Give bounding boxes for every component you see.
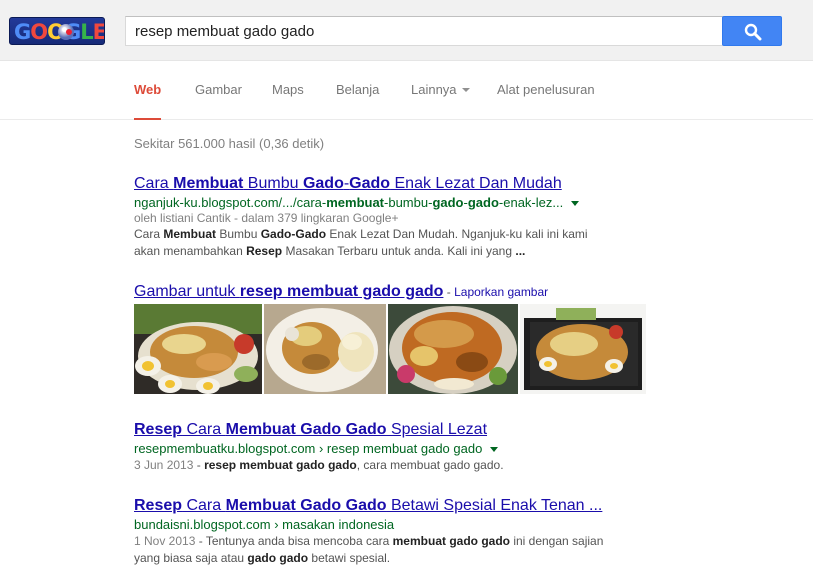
- tab-web[interactable]: Web: [134, 61, 162, 120]
- chevron-down-icon: [461, 87, 470, 92]
- result-title-link[interactable]: Cara Membuat Bumbu Gado-Gado Enak Lezat …: [134, 174, 562, 194]
- result-date: 3 Jun 2013: [134, 458, 194, 472]
- search-box[interactable]: [125, 16, 723, 46]
- search-result: Resep Cara Membuat Gado Gado Spesial Lez…: [134, 420, 654, 474]
- search-result: Resep Cara Membuat Gado Gado Betawi Spes…: [134, 496, 654, 567]
- image-results-link[interactable]: Gambar untuk resep membuat gado gado: [134, 283, 443, 300]
- search-icon: [744, 23, 762, 41]
- url-menu-caret-icon[interactable]: [490, 447, 499, 453]
- search-tabs: Web Gambar Maps Belanja Lainnya Alat pen…: [0, 61, 813, 120]
- result-snippet: Cara Membuat Bumbu Gado-Gado Enak Lezat …: [134, 227, 588, 258]
- search-result: Cara Membuat Bumbu Gado-Gado Enak Lezat …: [134, 174, 654, 260]
- result-snippet: 3 Jun 2013 - resep membuat gado gado, ca…: [134, 458, 504, 472]
- result-author: oleh listiani Cantik - dalam 379 lingkar…: [134, 211, 399, 225]
- result-snippet: 1 Nov 2013 - Tentunya anda bisa mencoba …: [134, 534, 604, 565]
- top-bar: GOOGLE: [0, 0, 813, 61]
- image-results: Gambar untuk resep membuat gado gado - L…: [134, 282, 654, 394]
- search-input[interactable]: [126, 17, 722, 45]
- image-thumbnail[interactable]: [264, 304, 386, 394]
- image-thumbnail[interactable]: [134, 304, 262, 394]
- tab-maps[interactable]: Maps: [272, 61, 304, 120]
- search-button[interactable]: [722, 16, 782, 46]
- result-date: 1 Nov 2013: [134, 534, 196, 548]
- result-url: resepmembuatku.blogspot.com › resep memb…: [134, 440, 654, 457]
- result-url: nganjuk-ku.blogspot.com/.../cara-membuat…: [134, 194, 654, 211]
- image-results-header: Gambar untuk resep membuat gado gado - L…: [134, 283, 549, 300]
- doodle-ball-icon: [58, 24, 74, 40]
- tab-shopping[interactable]: Belanja: [336, 61, 379, 120]
- result-url: bundaisni.blogspot.com › masakan indones…: [134, 517, 395, 532]
- tab-images[interactable]: Gambar: [195, 61, 242, 120]
- image-thumbnail[interactable]: [520, 304, 646, 394]
- url-menu-caret-icon[interactable]: [571, 201, 580, 207]
- result-stats: Sekitar 561.000 hasil (0,36 detik): [134, 136, 325, 151]
- tab-more[interactable]: Lainnya: [411, 61, 470, 120]
- report-images-link[interactable]: Laporkan gambar: [454, 285, 548, 299]
- image-thumbnail[interactable]: [388, 304, 518, 394]
- image-thumbnails: [134, 304, 654, 394]
- google-doodle-logo[interactable]: GOOGLE: [9, 17, 105, 45]
- result-title-link[interactable]: Resep Cara Membuat Gado Gado Spesial Lez…: [134, 420, 487, 440]
- result-title-link[interactable]: Resep Cara Membuat Gado Gado Betawi Spes…: [134, 496, 602, 516]
- tab-search-tools[interactable]: Alat penelusuran: [497, 61, 595, 120]
